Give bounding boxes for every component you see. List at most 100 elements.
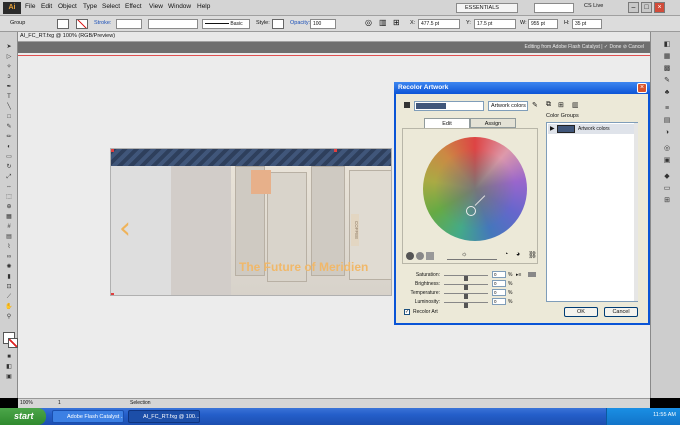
zoom-tool-icon[interactable]: ⚲ bbox=[4, 314, 14, 321]
color-wheel[interactable] bbox=[423, 137, 527, 241]
eyedropper-tool-icon[interactable]: ⌇ bbox=[4, 244, 14, 251]
scale-tool-icon[interactable]: ⤢ bbox=[4, 174, 14, 181]
color-bars-icon[interactable] bbox=[426, 252, 434, 260]
menu-object[interactable]: Object bbox=[58, 3, 77, 10]
x-field[interactable]: 477.5 pt bbox=[418, 19, 460, 29]
stroke-label[interactable]: Stroke: bbox=[94, 20, 111, 26]
color-panel-icon[interactable]: ◧ bbox=[662, 40, 672, 49]
artboards-icon[interactable]: ▭ bbox=[662, 184, 672, 193]
recolor-icon[interactable]: ◎ bbox=[365, 18, 372, 27]
current-tool-status[interactable]: Selection bbox=[130, 400, 151, 406]
chevron-left-icon[interactable]: ‹ bbox=[119, 211, 131, 246]
opacity-label[interactable]: Opacity: bbox=[290, 20, 310, 26]
swatches-icon[interactable]: ▩ bbox=[662, 64, 672, 73]
artboard-number[interactable]: 1 bbox=[58, 400, 61, 406]
selection-handle[interactable] bbox=[111, 149, 114, 152]
line-tool-icon[interactable]: ╲ bbox=[4, 104, 14, 111]
expand-arrow-icon[interactable]: ▶ bbox=[550, 125, 555, 132]
rotate-tool-icon[interactable]: ↻ bbox=[4, 164, 14, 171]
symbols-icon[interactable]: ♣ bbox=[662, 88, 672, 97]
transform-icon[interactable]: ⊞ bbox=[393, 18, 400, 27]
temperature-knob[interactable] bbox=[464, 294, 468, 299]
workspace-switcher[interactable]: ESSENTIALS bbox=[456, 3, 518, 13]
artwork-title[interactable]: The Future of Meridien bbox=[239, 260, 368, 274]
remove-color-icon[interactable]: ◕ bbox=[516, 251, 520, 258]
saturation-knob[interactable] bbox=[464, 276, 468, 281]
saturation-field[interactable]: 0 bbox=[492, 271, 506, 278]
get-colors-icon[interactable] bbox=[404, 102, 410, 108]
flash-catalyst-edit-text[interactable]: Editing from Adobe Flash Catalyst | ✓ Do… bbox=[525, 44, 644, 50]
document-tab[interactable]: AI_FC_RT.fxg @ 100% (RGB/Preview) bbox=[18, 32, 650, 42]
stroke-panel-icon[interactable]: ≡ bbox=[662, 104, 672, 113]
brightness-knob[interactable] bbox=[464, 285, 468, 290]
header-stripe[interactable] bbox=[111, 149, 391, 166]
zoom-level[interactable]: 100% bbox=[20, 400, 33, 406]
width-field[interactable]: 955 pt bbox=[528, 19, 558, 29]
blob-brush-tool-icon[interactable]: ◐ bbox=[4, 144, 14, 151]
artwork-group[interactable]: COFFEE ‹ The Future of Meridien bbox=[110, 148, 392, 296]
screen-mode-icon[interactable]: ▣ bbox=[4, 374, 14, 381]
stroke-weight-field[interactable] bbox=[116, 19, 142, 29]
variable-width-field[interactable] bbox=[148, 19, 198, 29]
menu-effect[interactable]: Effect bbox=[125, 3, 142, 10]
lasso-tool-icon[interactable]: ↄ bbox=[4, 74, 14, 81]
hand-tool-icon[interactable]: ✋ bbox=[4, 304, 14, 311]
selection-handle[interactable] bbox=[111, 293, 114, 295]
direct-selection-tool-icon[interactable]: ▷ bbox=[4, 54, 14, 61]
new-group-icon[interactable]: ⊞ bbox=[558, 101, 564, 109]
start-button[interactable]: start bbox=[0, 408, 46, 425]
taskbar-item-illustrator[interactable]: AI_FC_RT.fxg @ 100... bbox=[128, 410, 200, 423]
brightness-field[interactable]: 0 bbox=[492, 280, 506, 287]
shape-builder-tool-icon[interactable]: ⊕ bbox=[4, 204, 14, 211]
brightness-track[interactable] bbox=[444, 284, 488, 290]
opacity-field[interactable]: 100 bbox=[310, 19, 336, 29]
segmented-wheel-icon[interactable] bbox=[416, 252, 424, 260]
menu-select[interactable]: Select bbox=[102, 3, 120, 10]
appearance-icon[interactable]: ◎ bbox=[662, 144, 672, 153]
slice-tool-icon[interactable]: ⟋ bbox=[4, 294, 14, 301]
menu-window[interactable]: Window bbox=[168, 3, 191, 10]
gradient-panel-icon[interactable]: ▤ bbox=[662, 116, 672, 125]
menu-help[interactable]: Help bbox=[197, 3, 210, 10]
align-icon[interactable]: ▥ bbox=[379, 18, 387, 27]
slider-menu-icon[interactable]: ▸≡ bbox=[516, 272, 521, 278]
close-button[interactable]: × bbox=[654, 2, 665, 13]
layers-icon[interactable]: ◆ bbox=[662, 172, 672, 181]
draw-mode-icon[interactable]: ◧ bbox=[4, 364, 14, 371]
color-group-name-field[interactable]: Artwork colors bbox=[488, 101, 528, 111]
link-harmony-icon[interactable]: ⛓ bbox=[528, 251, 537, 259]
pen-tool-icon[interactable]: ✒ bbox=[4, 84, 14, 91]
add-color-icon[interactable]: ◔ bbox=[504, 251, 508, 258]
city-image[interactable]: COFFEE bbox=[231, 166, 391, 295]
color-group-row[interactable]: ▶ Artwork colors bbox=[548, 124, 636, 134]
menu-view[interactable]: View bbox=[149, 3, 163, 10]
stroke-swatch[interactable] bbox=[76, 19, 88, 29]
luminosity-knob[interactable] bbox=[464, 303, 468, 308]
brightness-slider[interactable] bbox=[447, 259, 497, 260]
luminosity-track[interactable] bbox=[444, 302, 488, 308]
cs-live-button[interactable]: CS Live bbox=[584, 3, 603, 9]
temperature-track[interactable] bbox=[444, 293, 488, 299]
tab-assign[interactable]: Assign bbox=[470, 118, 516, 128]
height-field[interactable]: 35 pt bbox=[572, 19, 602, 29]
saturation-track[interactable] bbox=[444, 275, 488, 281]
brush-definition-field[interactable]: Basic bbox=[202, 19, 250, 29]
dialog-close-button[interactable]: × bbox=[637, 83, 647, 93]
graph-tool-icon[interactable]: ▮ bbox=[4, 274, 14, 281]
maximize-button[interactable]: □ bbox=[641, 2, 652, 13]
save-group-icon[interactable]: ⧉ bbox=[546, 101, 551, 109]
color-bars-mini-icon[interactable] bbox=[528, 272, 536, 277]
color-marker-base[interactable] bbox=[466, 206, 476, 216]
tab-edit[interactable]: Edit bbox=[424, 118, 470, 128]
rectangle-tool-icon[interactable]: □ bbox=[4, 114, 14, 121]
type-tool-icon[interactable]: T bbox=[4, 94, 14, 101]
brushes-icon[interactable]: ✎ bbox=[662, 76, 672, 85]
paintbrush-tool-icon[interactable]: ✎ bbox=[4, 124, 14, 131]
selection-tool-icon[interactable]: ➤ bbox=[4, 44, 14, 51]
ok-button[interactable]: OK bbox=[564, 307, 598, 317]
magic-wand-tool-icon[interactable]: ✧ bbox=[4, 64, 14, 71]
stroke-color-icon[interactable] bbox=[8, 338, 18, 348]
selection-handle[interactable] bbox=[334, 149, 337, 152]
menu-file[interactable]: File bbox=[25, 3, 35, 10]
minimize-button[interactable]: – bbox=[628, 2, 639, 13]
